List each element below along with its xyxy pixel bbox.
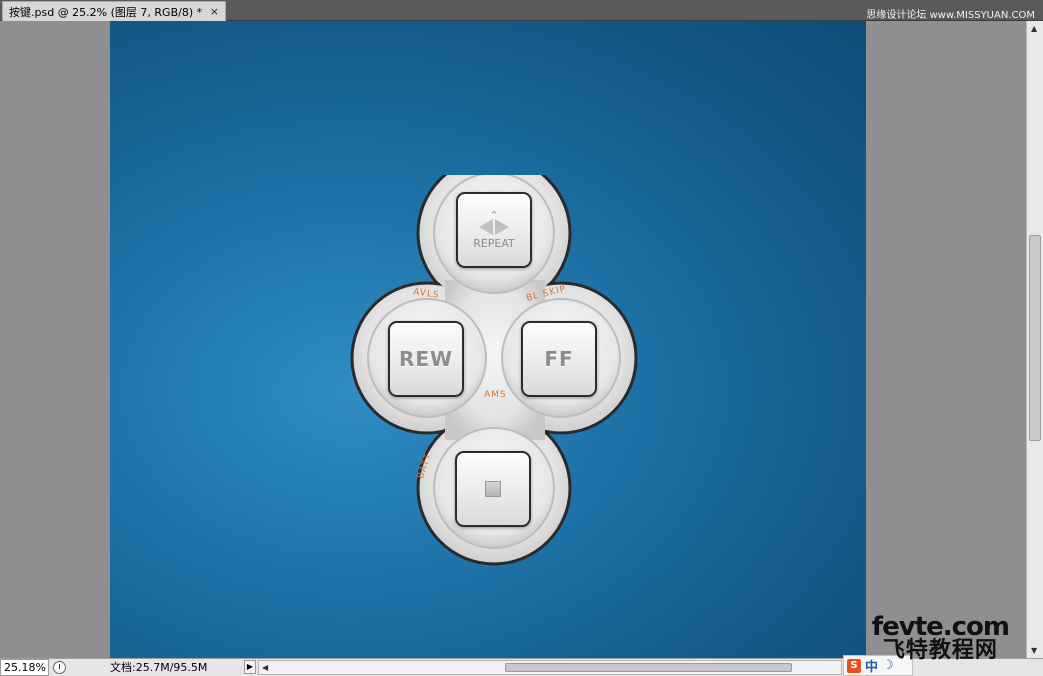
document-tab[interactable]: 按键.psd @ 25.2% (图层 7, RGB/8) * × — [2, 1, 226, 21]
stop-button[interactable] — [455, 451, 531, 527]
rew-label: REW — [398, 347, 454, 371]
photoshop-window: 按键.psd @ 25.2% (图层 7, RGB/8) * × 思缘设计论坛 … — [0, 0, 1043, 676]
sogou-icon[interactable]: S — [847, 658, 861, 673]
watermark-en: fevte.com — [871, 612, 1010, 642]
watermark-cn: 飞特教程网 — [882, 638, 998, 663]
zoom-level-field[interactable]: 25.18% — [0, 659, 49, 676]
watermark-top: 思缘设计论坛 www.MISSYUAN.COM — [866, 10, 1035, 21]
horizontal-scroll-thumb[interactable] — [505, 663, 792, 672]
canvas-area[interactable]: ^ REPEAT REW FF AVLS BL SKIP AMS BATT — [0, 21, 1026, 658]
stop-icon — [485, 481, 501, 497]
ff-button[interactable]: FF — [521, 321, 597, 397]
repeat-arrows-icon — [479, 218, 509, 235]
ams-label: AMS — [484, 390, 507, 400]
repeat-label: REPEAT — [473, 236, 515, 250]
vertical-scroll-thumb[interactable] — [1029, 235, 1041, 441]
caret-up-icon: ^ — [490, 209, 498, 219]
status-menu-arrow-icon[interactable]: ▶ — [244, 660, 256, 674]
horizontal-scrollbar[interactable]: ◀ — [258, 660, 842, 675]
document-info: 文档:25.7M/95.5M — [110, 661, 208, 674]
rew-button[interactable]: REW — [388, 321, 464, 397]
scroll-left-icon[interactable]: ◀ — [262, 661, 268, 674]
document-tab-title: 按键.psd @ 25.2% (图层 7, RGB/8) * — [9, 5, 203, 19]
remote-control-artwork: ^ REPEAT REW FF AVLS BL SKIP AMS BATT — [350, 175, 640, 567]
clock-icon[interactable] — [53, 661, 66, 674]
close-icon[interactable]: × — [210, 5, 219, 18]
scroll-up-icon[interactable]: ▲ — [1031, 24, 1037, 33]
fevte-watermark: fevte.com 飞特教程网 — [871, 612, 1010, 663]
scroll-down-icon[interactable]: ▼ — [1031, 646, 1037, 655]
vertical-scrollbar[interactable]: ▲ ▼ — [1026, 21, 1043, 658]
document-tab-bar: 按键.psd @ 25.2% (图层 7, RGB/8) * × 思缘设计论坛 … — [0, 0, 1043, 21]
repeat-button[interactable]: ^ REPEAT — [456, 192, 532, 268]
ff-label: FF — [544, 347, 574, 371]
